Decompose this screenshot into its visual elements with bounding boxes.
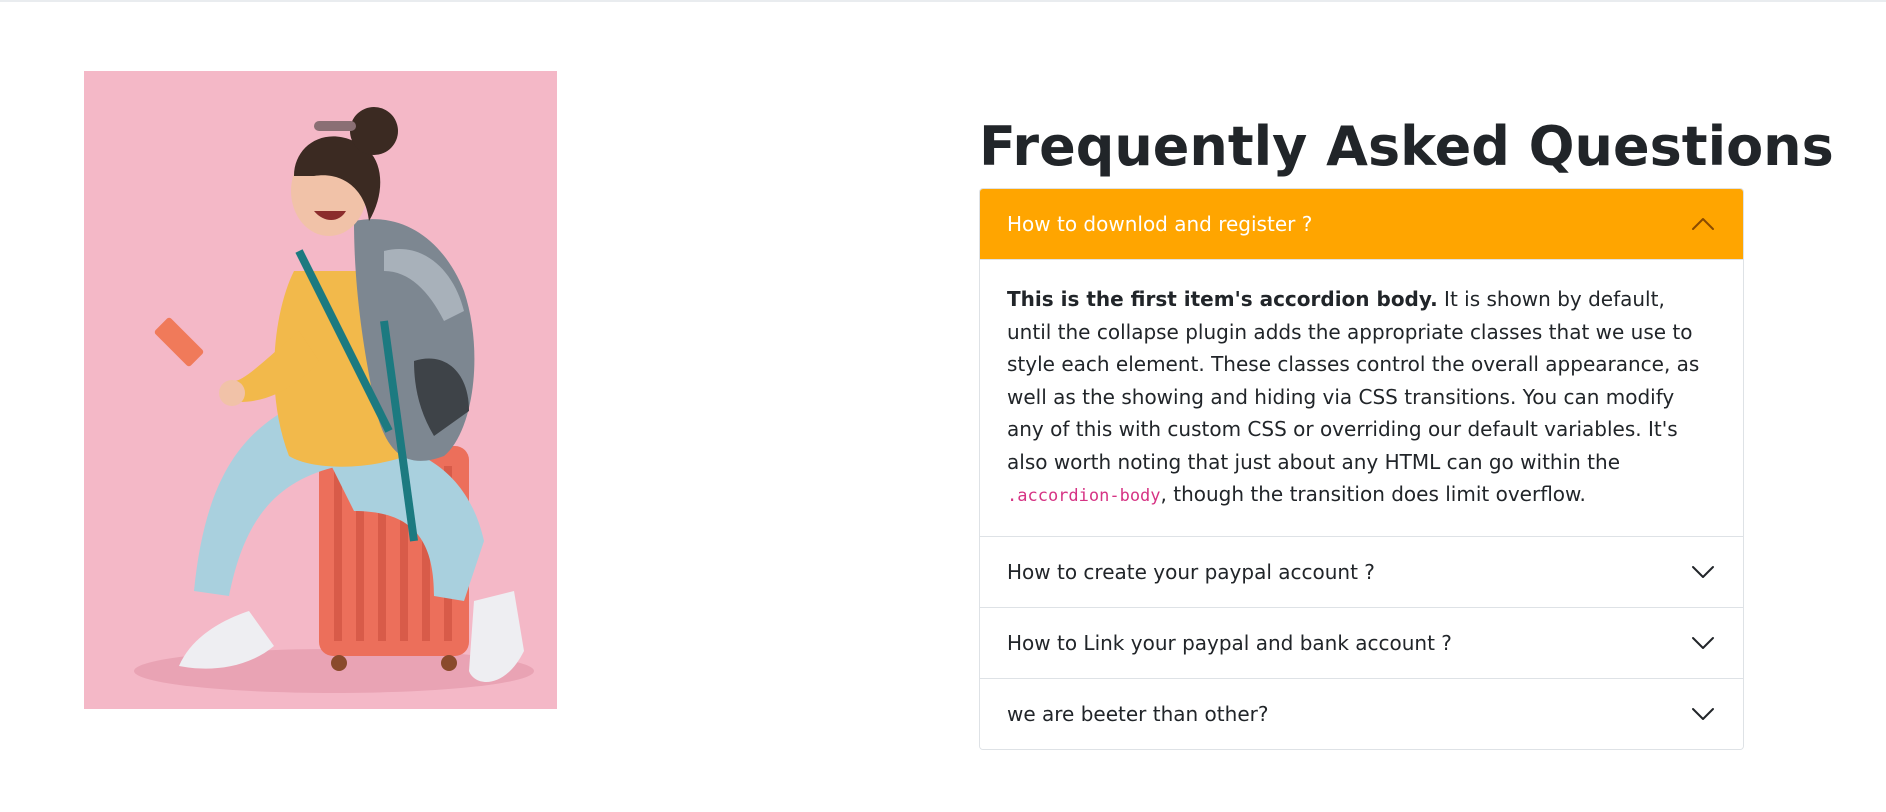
top-divider [0,0,1886,2]
accordion-header-2[interactable]: How to create your paypal account ? [980,536,1743,607]
accordion-body-code: .accordion-body [1007,486,1161,506]
chevron-down-icon [1692,636,1714,649]
accordion-header-4[interactable]: we are beeter than other? [980,678,1743,749]
accordion-header-3[interactable]: How to Link your paypal and bank account… [980,607,1743,678]
accordion-question-2: How to create your paypal account ? [1007,559,1375,584]
faq-section: Frequently Asked Questions How to downlo… [979,112,1834,750]
accordion-header-1[interactable]: How to downlod and register ? [980,189,1743,259]
accordion-body-lead: This is the first item's accordion body. [1007,287,1438,311]
hero-photo [84,71,557,709]
traveler-illustration [84,71,557,709]
faq-title: Frequently Asked Questions [979,115,1834,178]
accordion-item-3: How to Link your paypal and bank account… [980,606,1743,678]
accordion-item-1: How to downlod and register ? This is th… [980,189,1743,536]
accordion-body-text: It is shown by default, until the collap… [1007,287,1700,474]
chevron-up-icon [1692,218,1714,230]
accordion-body-text-end: , though the transition does limit overf… [1160,482,1586,506]
accordion-body-1: This is the first item's accordion body.… [980,259,1743,536]
chevron-down-icon [1692,565,1714,578]
accordion-question-1: How to downlod and register ? [1007,212,1313,236]
accordion-question-4: we are beeter than other? [1007,701,1269,726]
accordion-item-2: How to create your paypal account ? [980,535,1743,607]
faq-accordion: How to downlod and register ? This is th… [979,188,1744,750]
chevron-down-icon [1692,707,1714,720]
accordion-item-4: we are beeter than other? [980,677,1743,749]
accordion-question-3: How to Link your paypal and bank account… [1007,630,1452,655]
